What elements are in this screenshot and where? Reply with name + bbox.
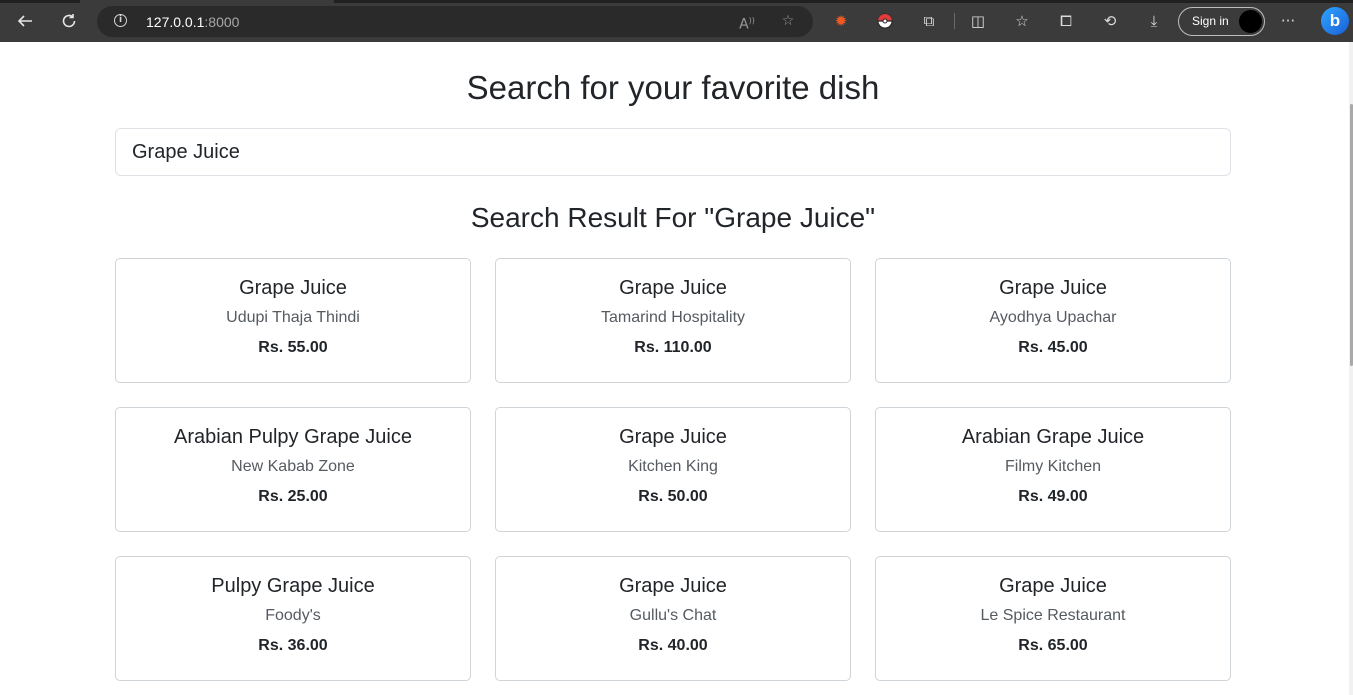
dish-name: Grape Juice xyxy=(619,426,727,448)
result-card[interactable]: Grape Juice Ayodhya Upachar Rs. 45.00 xyxy=(875,258,1231,383)
result-card[interactable]: Grape Juice Kitchen King Rs. 50.00 xyxy=(495,407,851,532)
bing-copilot-icon[interactable]: b xyxy=(1321,7,1349,35)
toolbar-divider xyxy=(954,13,955,29)
restaurant-name: Filmy Kitchen xyxy=(1004,458,1102,475)
result-card[interactable]: Grape Juice Le Spice Restaurant Rs. 65.0… xyxy=(875,556,1231,681)
extensions-puzzle-icon[interactable]: ⧉ xyxy=(918,10,940,32)
refresh-icon[interactable] xyxy=(56,8,82,34)
address-bar[interactable]: i 127.0.0.1:8000 A)) ☆ xyxy=(97,6,813,37)
tab-strip-edge xyxy=(334,0,1353,3)
restaurant-name: Tamarind Hospitality xyxy=(600,309,746,326)
url-text[interactable]: 127.0.0.1:8000 xyxy=(146,14,239,30)
price: Rs. 55.00 xyxy=(258,339,328,356)
dish-name: Arabian Pulpy Grape Juice xyxy=(174,426,412,448)
result-heading: Search Result For "Grape Juice" xyxy=(470,202,876,233)
browser-toolbar: i 127.0.0.1:8000 A)) ☆ ✹ ⧉ ◫ ☆ ⧠ ⟲ ⤓ Sig… xyxy=(0,0,1353,42)
dish-name: Grape Juice xyxy=(619,575,727,597)
restaurant-name: Kitchen King xyxy=(628,458,718,475)
more-icon[interactable]: ··· xyxy=(1277,10,1299,32)
price: Rs. 25.00 xyxy=(258,488,328,505)
avatar xyxy=(1239,10,1262,33)
dish-name: Grape Juice xyxy=(239,277,347,299)
search-input[interactable] xyxy=(115,128,1231,176)
restaurant-name: New Kabab Zone xyxy=(231,458,355,475)
price: Rs. 110.00 xyxy=(634,339,712,356)
favorites-icon[interactable]: ☆ xyxy=(1011,10,1033,32)
dish-name: Grape Juice xyxy=(999,277,1107,299)
result-card[interactable]: Grape Juice Tamarind Hospitality Rs. 110… xyxy=(495,258,851,383)
history-icon[interactable]: ⟲ xyxy=(1099,10,1121,32)
results-grid: Grape Juice Udupi Thaja Thindi Rs. 55.00… xyxy=(115,258,1231,681)
page-title: Search for your favorite dish xyxy=(466,69,880,106)
price: Rs. 45.00 xyxy=(1018,339,1088,356)
price: Rs. 49.00 xyxy=(1018,488,1088,505)
price: Rs. 40.00 xyxy=(638,637,708,654)
collections-icon[interactable]: ⧠ xyxy=(1055,10,1077,32)
restaurant-name: Le Spice Restaurant xyxy=(980,607,1126,624)
back-icon[interactable] xyxy=(12,8,38,34)
sign-in-label: Sign in xyxy=(1192,14,1229,28)
result-card[interactable]: Arabian Grape Juice Filmy Kitchen Rs. 49… xyxy=(875,407,1231,532)
restaurant-name: Gullu's Chat xyxy=(629,607,717,624)
restaurant-name: Foody's xyxy=(265,607,321,624)
result-card[interactable]: Grape Juice Udupi Thaja Thindi Rs. 55.00 xyxy=(115,258,471,383)
split-screen-icon[interactable]: ◫ xyxy=(967,10,989,32)
read-aloud-icon[interactable]: A)) xyxy=(737,11,757,33)
price: Rs. 50.00 xyxy=(638,488,708,505)
result-card[interactable]: Grape Juice Gullu's Chat Rs. 40.00 xyxy=(495,556,851,681)
info-icon[interactable]: i xyxy=(114,14,127,27)
extension-orange-icon[interactable]: ✹ xyxy=(830,10,852,32)
dish-name: Arabian Grape Juice xyxy=(961,426,1145,448)
result-card[interactable]: Arabian Pulpy Grape Juice New Kabab Zone… xyxy=(115,407,471,532)
tab-strip-edge xyxy=(0,0,80,3)
restaurant-name: Ayodhya Upachar xyxy=(989,309,1117,326)
page-scrollbar[interactable] xyxy=(1349,42,1353,695)
dish-name: Grape Juice xyxy=(619,277,727,299)
restaurant-name: Udupi Thaja Thindi xyxy=(226,309,360,326)
favorite-star-icon[interactable]: ☆ xyxy=(778,11,798,31)
url-port: :8000 xyxy=(204,14,240,30)
downloads-icon[interactable]: ⤓ xyxy=(1143,10,1165,32)
pokeball-extension-icon[interactable] xyxy=(874,10,896,32)
result-card[interactable]: Pulpy Grape Juice Foody's Rs. 36.00 xyxy=(115,556,471,681)
dish-name: Pulpy Grape Juice xyxy=(211,575,375,597)
price: Rs. 36.00 xyxy=(258,637,328,654)
url-host: 127.0.0.1 xyxy=(146,14,205,30)
price: Rs. 65.00 xyxy=(1018,637,1088,654)
sign-in-button[interactable]: Sign in xyxy=(1178,7,1265,36)
dish-name: Grape Juice xyxy=(999,575,1107,597)
